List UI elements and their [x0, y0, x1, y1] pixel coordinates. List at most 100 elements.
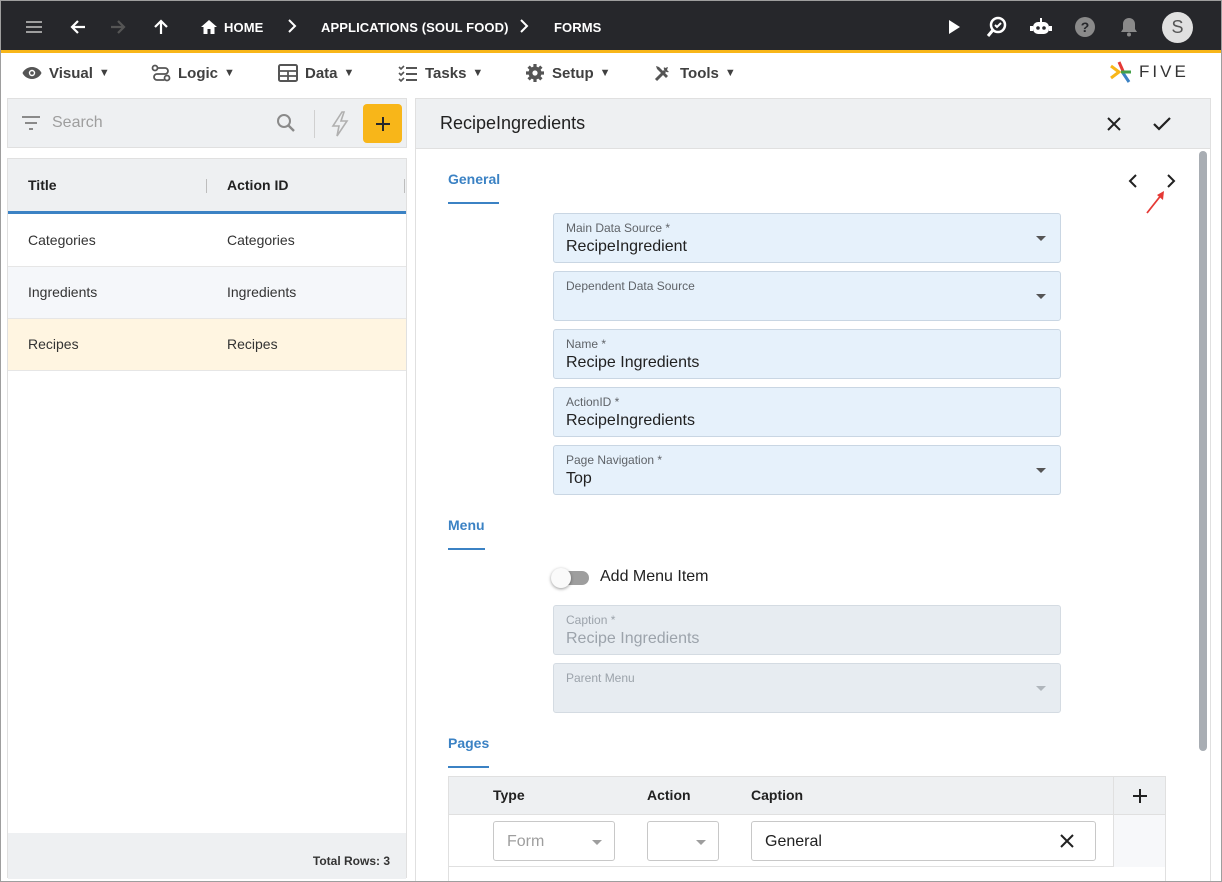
cell-action-id: Categories	[227, 232, 295, 248]
action-id-field[interactable]: ActionID * RecipeIngredients	[553, 387, 1061, 437]
field-label: ActionID *	[566, 395, 620, 409]
field-value: Top	[566, 470, 592, 487]
menu-tasks-label: Tasks	[425, 64, 467, 82]
page-type-select[interactable]: Form	[493, 821, 615, 861]
caret-down-icon: ▼	[724, 67, 736, 79]
close-icon[interactable]	[1098, 108, 1130, 140]
plus-icon	[375, 116, 390, 131]
list-header: Title Action ID	[8, 159, 406, 214]
page-navigation-select[interactable]: Page Navigation * Top	[553, 445, 1061, 495]
clear-icon[interactable]	[1057, 831, 1077, 851]
next-page-icon[interactable]	[1163, 173, 1177, 189]
type-placeholder: Form	[507, 833, 545, 850]
annotation-arrow-icon	[1146, 191, 1164, 214]
logic-flow-icon	[151, 64, 171, 82]
breadcrumb-home[interactable]: HOME	[200, 1, 263, 53]
robot-icon[interactable]	[1025, 11, 1057, 43]
dropdown-arrow-icon	[1036, 236, 1046, 241]
logo-text: FIVE	[1139, 62, 1189, 81]
menu-setup-label: Setup	[552, 64, 594, 82]
section-pages-title[interactable]: Pages	[448, 735, 489, 751]
hamburger-menu-icon[interactable]	[18, 11, 50, 43]
filter-icon[interactable]	[21, 115, 41, 131]
breadcrumb-forms-label: FORMS	[554, 19, 602, 35]
menu-tasks[interactable]: Tasks ▼	[398, 56, 483, 90]
name-field[interactable]: Name * Recipe Ingredients	[553, 329, 1061, 379]
section-underline	[448, 548, 485, 550]
forms-list: Title Action ID Categories Categories In…	[7, 158, 407, 879]
lightning-icon[interactable]	[330, 111, 350, 137]
column-separator	[206, 179, 207, 193]
table-row[interactable]: Ingredients Ingredients	[8, 267, 406, 319]
total-rows: Total Rows: 3	[312, 854, 390, 868]
page-action-select[interactable]	[647, 821, 719, 861]
section-underline	[448, 766, 489, 768]
caret-down-icon: ▼	[472, 67, 484, 79]
add-menu-item-toggle[interactable]	[551, 568, 589, 588]
bell-icon[interactable]	[1113, 11, 1145, 43]
cell-title: Ingredients	[28, 284, 98, 300]
forward-arrow-icon[interactable]	[102, 11, 134, 43]
section-menu-title[interactable]: Menu	[448, 517, 485, 533]
run-icon[interactable]	[938, 11, 970, 43]
dropdown-arrow-icon	[1036, 294, 1046, 299]
menu-setup[interactable]: Setup ▼	[525, 56, 611, 90]
five-logo-mark	[1110, 61, 1131, 83]
main-data-source-select[interactable]: Main Data Source * RecipeIngredient	[553, 213, 1061, 263]
help-icon[interactable]: ?	[1069, 11, 1101, 43]
field-value: RecipeIngredient	[566, 238, 687, 255]
pages-table: Type Action Caption Form General	[448, 776, 1166, 881]
previous-page-icon[interactable]	[1127, 173, 1141, 189]
avatar[interactable]: S	[1162, 12, 1193, 43]
field-label: Dependent Data Source	[566, 279, 695, 293]
caret-down-icon: ▼	[98, 67, 110, 79]
search-wrench-icon[interactable]	[981, 11, 1013, 43]
column-header-title[interactable]: Title	[28, 177, 57, 193]
home-icon	[201, 20, 217, 34]
toggle-knob	[551, 568, 571, 588]
tools-icon	[654, 66, 669, 82]
list-toolbar: Search	[7, 98, 407, 148]
dependent-data-source-select[interactable]: Dependent Data Source	[553, 271, 1061, 321]
scrollbar[interactable]	[1199, 151, 1207, 751]
dropdown-arrow-icon	[1036, 468, 1046, 473]
menu-data-label: Data	[305, 64, 338, 82]
add-page-button[interactable]	[1113, 777, 1165, 815]
search-icon[interactable]	[276, 113, 296, 133]
column-header-action-id[interactable]: Action ID	[227, 177, 288, 193]
chevron-right-icon	[288, 19, 297, 33]
add-menu-item-label: Add Menu Item	[600, 568, 709, 585]
field-label: Caption *	[566, 613, 616, 627]
caret-down-icon: ▼	[343, 67, 355, 79]
cell-title: Recipes	[28, 336, 79, 352]
menu-bar: Visual ▼ Logic ▼ Data ▼ Tasks ▼ Setup ▼ Tools…	[1, 56, 1221, 92]
top-bar: HOME APPLICATIONS (SOUL FOOD) FORMS ? S	[1, 1, 1221, 53]
add-button[interactable]	[363, 104, 402, 143]
back-arrow-icon[interactable]	[62, 11, 94, 43]
breadcrumb-home-label: HOME	[224, 19, 264, 35]
section-general-title[interactable]: General	[448, 171, 500, 187]
search-input[interactable]: Search	[52, 114, 103, 132]
dropdown-arrow-icon	[1036, 686, 1046, 691]
menu-tools[interactable]: Tools ▼	[653, 56, 736, 90]
save-check-icon[interactable]	[1146, 108, 1178, 140]
gear-icon	[526, 64, 544, 82]
breadcrumb-application[interactable]: APPLICATIONS (SOUL FOOD)	[321, 1, 509, 53]
app-window: HOME APPLICATIONS (SOUL FOOD) FORMS ? S	[0, 0, 1222, 882]
menu-visual-label: Visual	[49, 64, 93, 82]
column-header-caption: Caption	[751, 787, 804, 803]
field-label: Page Navigation *	[566, 453, 663, 467]
up-arrow-icon[interactable]	[145, 11, 177, 43]
cell-action-id: Recipes	[227, 336, 278, 352]
menu-data[interactable]: Data ▼	[278, 56, 354, 90]
page-caption-input[interactable]: General	[751, 821, 1096, 861]
table-row-selected[interactable]: Recipes Recipes	[8, 319, 406, 371]
breadcrumb-forms[interactable]: FORMS	[554, 1, 601, 53]
menu-logic[interactable]: Logic ▼	[151, 56, 235, 90]
field-value: Recipe Ingredients	[566, 354, 700, 371]
menu-visual[interactable]: Visual ▼	[22, 56, 110, 90]
dropdown-arrow-icon	[592, 840, 602, 845]
eye-icon	[22, 67, 42, 79]
menu-logic-label: Logic	[178, 64, 218, 82]
table-row[interactable]: Categories Categories	[8, 215, 406, 267]
